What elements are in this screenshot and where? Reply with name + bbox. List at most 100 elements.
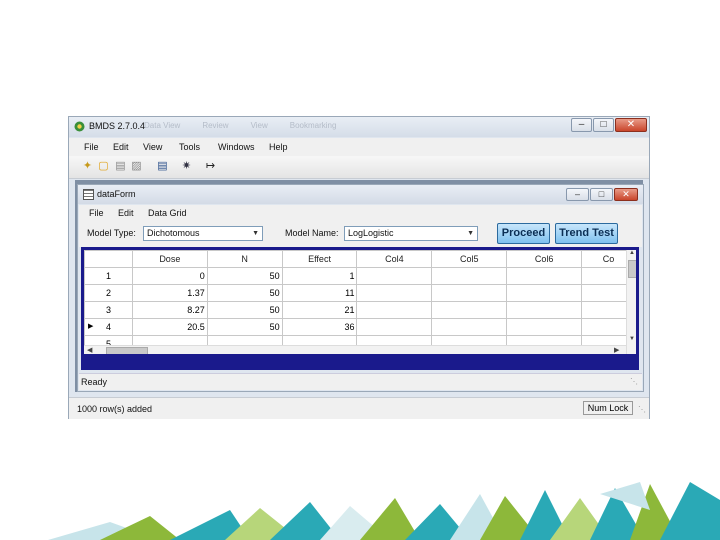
decorative-footer-graphic bbox=[48, 482, 720, 540]
table-row[interactable]: 2 1.37 50 11 bbox=[84, 284, 636, 302]
menu-tools[interactable]: Tools bbox=[179, 142, 200, 152]
dataform-menu-edit[interactable]: Edit bbox=[118, 208, 134, 218]
table-cell[interactable] bbox=[356, 284, 433, 302]
table-cell[interactable] bbox=[431, 301, 508, 319]
scroll-right-icon[interactable]: ▶ bbox=[614, 346, 619, 354]
dataform-menu-file[interactable]: File bbox=[89, 208, 104, 218]
model-toolbar: Model Type: Dichotomous ▼ Model Name: Lo… bbox=[79, 221, 642, 247]
app-title: BMDS 2.7.0.4 bbox=[89, 121, 146, 131]
print-icon[interactable]: ▨ bbox=[130, 160, 143, 173]
table-row[interactable]: ▶ 4 20.5 50 36 bbox=[84, 318, 636, 336]
horizontal-scrollbar[interactable]: ◀ ▶ bbox=[84, 345, 626, 354]
row-header[interactable]: 1 bbox=[84, 267, 133, 285]
table-row[interactable]: 1 0 50 1 bbox=[84, 267, 636, 285]
row-header[interactable]: ▶ 4 bbox=[84, 318, 133, 336]
open-icon[interactable]: ▢ bbox=[97, 160, 110, 173]
effect-cell[interactable]: 36 bbox=[281, 318, 358, 336]
toolbar: ✦ ▢ ▤ ▨ ▤ ✷ ↦ bbox=[69, 156, 649, 179]
menu-help[interactable]: Help bbox=[269, 142, 288, 152]
menu-edit[interactable]: Edit bbox=[113, 142, 129, 152]
chevron-down-icon: ▼ bbox=[252, 230, 259, 237]
ghost-tab: Review bbox=[202, 121, 229, 130]
menu-view[interactable]: View bbox=[143, 142, 162, 152]
dataform-window: dataForm – □ ✕ File Edit Data Grid Model… bbox=[77, 184, 644, 392]
vertical-scrollbar[interactable]: ▲ ▼ bbox=[626, 250, 636, 354]
scroll-up-icon[interactable]: ▲ bbox=[629, 250, 635, 256]
data-grid-frame: Dose N Effect Col4 Col5 Col6 Co 1 0 50 1… bbox=[81, 247, 639, 370]
column-header-dose[interactable]: Dose bbox=[131, 250, 208, 268]
dose-cell[interactable]: 1.37 bbox=[131, 284, 208, 302]
table-cell[interactable] bbox=[506, 284, 583, 302]
data-table: Dose N Effect Col4 Col5 Col6 Co 1 0 50 1… bbox=[84, 250, 636, 353]
n-cell[interactable]: 50 bbox=[206, 301, 283, 319]
row-header-corner bbox=[84, 250, 133, 268]
scroll-down-icon[interactable]: ▼ bbox=[629, 336, 635, 342]
table-cell[interactable] bbox=[506, 318, 583, 336]
model-type-select[interactable]: Dichotomous ▼ bbox=[143, 226, 263, 241]
ghost-tab: Bookmarking bbox=[289, 121, 337, 130]
dataform-close-button[interactable]: ✕ bbox=[614, 188, 638, 201]
n-cell[interactable]: 50 bbox=[206, 284, 283, 302]
column-header-col4[interactable]: Col4 bbox=[356, 250, 433, 268]
dataform-menu-bar: File Edit Data Grid bbox=[79, 205, 642, 221]
model-name-value: LogLogistic bbox=[348, 228, 394, 238]
grid-form-icon bbox=[83, 189, 94, 200]
menu-bar: File Edit View Tools Windows Help bbox=[69, 138, 649, 156]
table-cell[interactable] bbox=[356, 301, 433, 319]
data-grid[interactable]: Dose N Effect Col4 Col5 Col6 Co 1 0 50 1… bbox=[84, 250, 636, 354]
dataform-maximize-button[interactable]: □ bbox=[590, 188, 613, 201]
effect-cell[interactable]: 1 bbox=[281, 267, 358, 285]
dataform-minimize-button[interactable]: – bbox=[566, 188, 589, 201]
row-header[interactable]: 2 bbox=[84, 284, 133, 302]
table-cell[interactable] bbox=[506, 301, 583, 319]
dose-cell[interactable]: 20.5 bbox=[131, 318, 208, 336]
close-button[interactable]: ✕ bbox=[615, 118, 647, 132]
n-cell[interactable]: 50 bbox=[206, 267, 283, 285]
background-tabs: Data View Review View Bookmarking bbox=[144, 121, 358, 130]
dataform-title: dataForm bbox=[97, 189, 136, 199]
resize-grip-icon[interactable]: ⋱ bbox=[630, 377, 638, 386]
menu-file[interactable]: File bbox=[84, 142, 99, 152]
bmds-window: BMDS 2.7.0.4 Data View Review View Bookmark… bbox=[68, 116, 650, 419]
model-name-select[interactable]: LogLogistic ▼ bbox=[344, 226, 478, 241]
table-cell[interactable] bbox=[356, 267, 433, 285]
maximize-button[interactable]: □ bbox=[593, 118, 614, 132]
header-row: Dose N Effect Col4 Col5 Col6 Co bbox=[84, 250, 636, 268]
effect-cell[interactable]: 11 bbox=[281, 284, 358, 302]
table-cell[interactable] bbox=[506, 267, 583, 285]
table-cell[interactable] bbox=[431, 284, 508, 302]
run-icon[interactable]: ✷ bbox=[180, 160, 193, 173]
column-header-col5[interactable]: Col5 bbox=[431, 250, 508, 268]
window-icon[interactable]: ▤ bbox=[156, 160, 169, 173]
trend-test-button[interactable]: Trend Test bbox=[555, 223, 618, 244]
exit-icon[interactable]: ↦ bbox=[204, 160, 217, 173]
table-cell[interactable] bbox=[431, 267, 508, 285]
table-cell[interactable] bbox=[356, 318, 433, 336]
menu-windows[interactable]: Windows bbox=[218, 142, 255, 152]
title-bar: BMDS 2.7.0.4 Data View Review View Bookmark… bbox=[69, 117, 649, 137]
table-row[interactable]: 3 8.27 50 21 bbox=[84, 301, 636, 319]
n-cell[interactable]: 50 bbox=[206, 318, 283, 336]
dose-cell[interactable]: 8.27 bbox=[131, 301, 208, 319]
scroll-thumb[interactable] bbox=[106, 347, 148, 354]
scroll-left-icon[interactable]: ◀ bbox=[87, 346, 92, 354]
dose-cell[interactable]: 0 bbox=[131, 267, 208, 285]
new-icon[interactable]: ✦ bbox=[81, 160, 94, 173]
table-cell[interactable] bbox=[431, 318, 508, 336]
app-status-bar: 1000 row(s) added Num Lock ⋱ bbox=[69, 397, 649, 419]
column-header-n[interactable]: N bbox=[206, 250, 283, 268]
dataform-menu-data-grid[interactable]: Data Grid bbox=[148, 208, 187, 218]
row-header[interactable]: 3 bbox=[84, 301, 133, 319]
save-icon[interactable]: ▤ bbox=[114, 160, 127, 173]
effect-cell[interactable]: 21 bbox=[281, 301, 358, 319]
model-type-label: Model Type: bbox=[87, 228, 136, 238]
ghost-tab: Data View bbox=[144, 121, 181, 130]
minimize-button[interactable]: – bbox=[571, 118, 592, 132]
proceed-button[interactable]: Proceed bbox=[497, 223, 550, 244]
resize-grip-icon[interactable]: ⋱ bbox=[638, 405, 646, 414]
chevron-down-icon: ▼ bbox=[467, 230, 474, 237]
column-header-col6[interactable]: Col6 bbox=[506, 250, 583, 268]
column-header-effect[interactable]: Effect bbox=[281, 250, 358, 268]
scroll-thumb[interactable] bbox=[628, 260, 636, 278]
dataform-status-bar: Ready ⋱ bbox=[79, 373, 642, 390]
